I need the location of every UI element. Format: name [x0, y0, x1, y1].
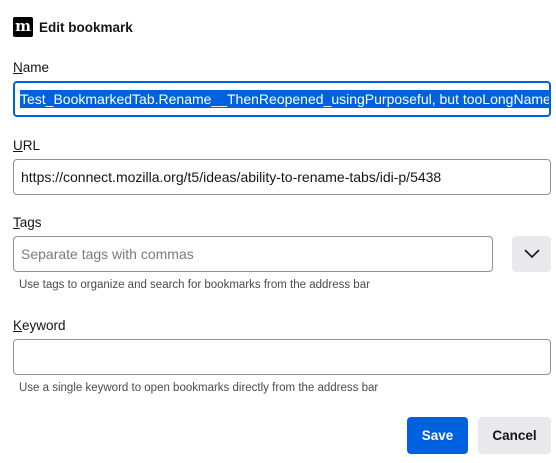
name-label: Name [13, 60, 49, 75]
url-label: URL [13, 138, 40, 153]
keyword-helper-text: Use a single keyword to open bookmarks d… [19, 382, 379, 394]
site-favicon: m [13, 17, 33, 37]
keyword-field[interactable] [13, 339, 551, 375]
tags-label-accesskey: T [13, 215, 20, 230]
url-field[interactable]: https://connect.mozilla.org/t5/ideas/abi… [13, 159, 551, 195]
dialog-title: Edit bookmark [39, 19, 133, 35]
tags-helper-text: Use tags to organize and search for book… [19, 279, 370, 291]
url-label-accesskey: U [13, 138, 23, 153]
name-field[interactable]: Test_BookmarkedTab.Rename__ThenReopened_… [13, 81, 551, 117]
dialog-header: m Edit bookmark [13, 17, 133, 37]
save-button[interactable]: Save [407, 417, 468, 454]
keyword-label-rest: eyword [22, 318, 66, 333]
tags-label: Tags [13, 215, 42, 230]
keyword-label-accesskey: K [13, 318, 23, 333]
tags-dropdown-button[interactable] [512, 236, 551, 272]
name-label-rest: ame [22, 60, 50, 75]
name-label-accesskey: N [13, 60, 23, 75]
chevron-down-icon [524, 249, 539, 258]
edit-bookmark-dialog: m Edit bookmark Name Test_BookmarkedTab.… [0, 0, 556, 463]
tags-label-rest: ags [19, 215, 42, 230]
tags-field-placeholder: Separate tags with commas [21, 246, 194, 262]
keyword-label: Keyword [13, 318, 66, 333]
url-label-rest: RL [22, 138, 41, 153]
name-field-value: Test_BookmarkedTab.Rename__ThenReopened_… [20, 90, 551, 108]
tags-field[interactable]: Separate tags with commas [13, 236, 493, 272]
url-field-value: https://connect.mozilla.org/t5/ideas/abi… [21, 169, 442, 185]
cancel-button[interactable]: Cancel [478, 417, 551, 454]
